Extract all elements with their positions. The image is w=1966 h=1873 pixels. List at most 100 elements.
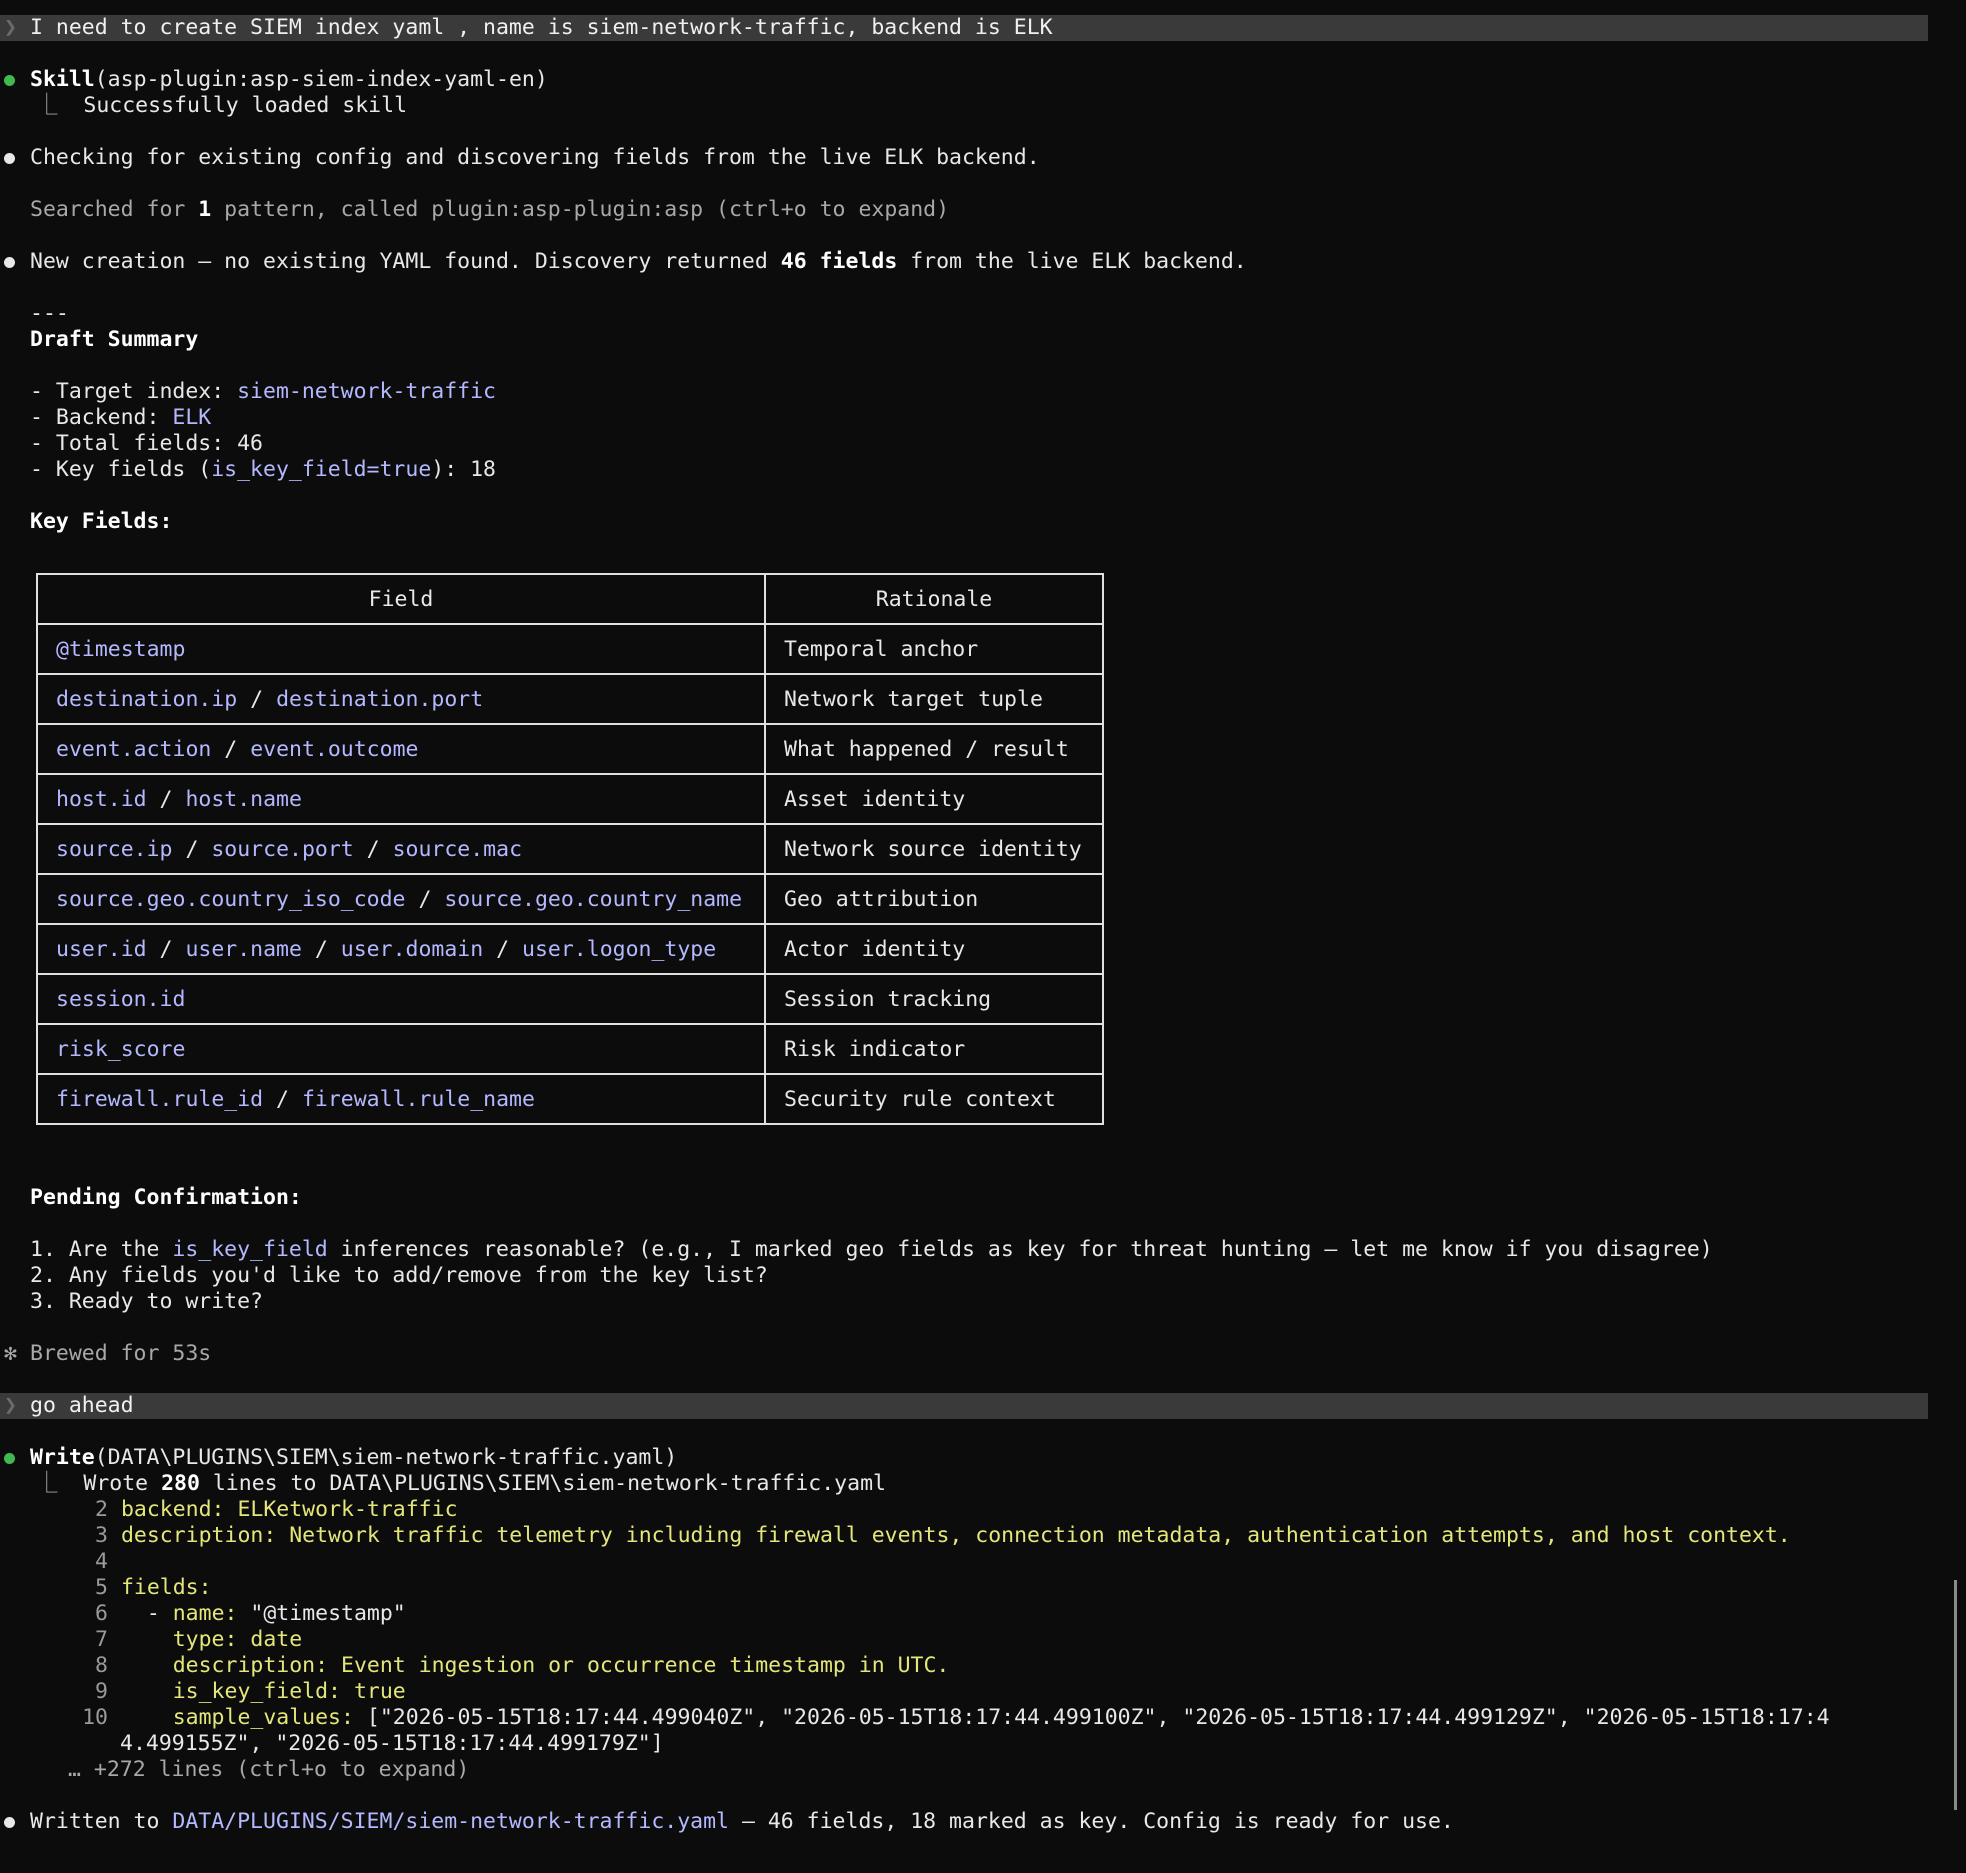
rationale-cell: What happened / result [764,723,1104,775]
write-tool-arg: (DATA\PLUGINS\SIEM\siem-network-traffic.… [94,1445,678,1470]
field-cell: host.id / host.name [36,773,766,825]
table-row: host.id / host.name Asset identity [36,773,1104,825]
field-cell: source.ip / source.port / source.mac [36,823,766,875]
rationale-cell: Network target tuple [764,673,1104,725]
backend-value: ELK [172,405,212,430]
bullet-dot-icon [4,1817,15,1828]
field-name: user.logon_type [522,936,717,962]
backend-label: - Backend: [30,405,173,430]
table-row: risk_score Risk indicator [36,1023,1104,1075]
key-fields-table: Field Rationale @timestamp Temporal ancho… [36,573,1104,1125]
table-row: user.id / user.name / user.domain / user… [36,923,1104,975]
write-result-line: ⎿ Wrote 280 lines to DATA\PLUGINS\SIEM\s… [36,1471,886,1497]
code-line-5: 5 fields: [0,1575,212,1601]
user-prompt-1: ❯ I need to create SIEM index yaml , nam… [0,15,1928,41]
scrollbar-thumb[interactable] [1954,1580,1957,1810]
field-name: user.name [185,936,302,962]
pending-q1: 1. Are the is_key_field inferences reaso… [30,1237,1713,1263]
target-index-line: - Target index: siem-network-traffic [30,379,496,405]
field-name: source.geo.country_iso_code [56,886,406,912]
yaml-value: date [237,1627,303,1652]
yaml-value: Network traffic telemetry including fire… [276,1523,1791,1548]
final-pre: Written to [30,1809,173,1834]
checking-message: Checking for existing config and discove… [30,145,1040,170]
table-row: source.ip / source.port / source.mac Netw… [36,823,1104,875]
key-post: ): 18 [431,457,497,482]
table-row: source.geo.country_iso_code / source.geo… [36,873,1104,925]
line-number: 9 [95,1679,108,1704]
field-name: destination.ip [56,686,238,712]
target-label: - Target index: [30,379,238,404]
code-line-3: 3 description: Network traffic telemetry… [0,1523,1791,1549]
tree-branch-icon: ⎿ [36,1471,58,1496]
rationale-cell: Network source identity [764,823,1104,875]
separator: --- [30,301,69,326]
table-header-row: Field Rationale [36,573,1104,625]
field-name: source.mac [392,836,523,862]
code-line-10: 10 sample_values: ["2026-05-15T18:17:44.… [0,1705,1830,1731]
bullet-dot-icon [4,257,15,268]
pending-q2: 2. Any fields you'd like to add/remove f… [30,1263,768,1288]
rationale-cell: Geo attribution [764,873,1104,925]
field-cell: event.action / event.outcome [36,723,766,775]
draft-summary-title: Draft Summary [30,327,199,352]
q1-code: is_key_field [172,1237,328,1262]
yaml-key: sample_values: [120,1705,354,1730]
yaml-value: "@timestamp" [237,1601,406,1626]
header-field: Field [36,573,766,625]
searched-post: pattern, called plugin:asp-plugin:asp (c… [211,197,950,222]
rationale-cell: Asset identity [764,773,1104,825]
field-name: source.geo.country_name [444,886,743,912]
write-tool-name: Write [30,1445,95,1470]
skill-result-line: ⎿ Successfully loaded skill [36,93,407,119]
line-number: 3 [95,1523,108,1548]
final-message: Written to DATA/PLUGINS/SIEM/siem-networ… [30,1809,1454,1835]
field-name: host.name [185,786,302,812]
table-row: @timestamp Temporal anchor [36,623,1104,675]
key-code: is_key_field=true [211,457,432,482]
field-name: user.domain [340,936,484,962]
write-result-post: lines to DATA\PLUGINS\SIEM\siem-network-… [199,1471,886,1496]
field-separator: / [237,686,277,712]
tree-branch-icon: ⎿ [36,93,58,118]
prompt-chevron-icon: ❯ [4,1393,17,1418]
line-number: 7 [95,1627,108,1652]
final-path[interactable]: DATA/PLUGINS/SIEM/siem-network-traffic.y… [172,1809,729,1834]
code-line-8: 8 description: Event ingestion or occurr… [0,1653,949,1679]
rationale-cell: Session tracking [764,973,1104,1025]
table-row: firewall.rule_id / firewall.rule_name Sec… [36,1073,1104,1125]
rationale-cell: Risk indicator [764,1023,1104,1075]
yaml-key: name: [172,1601,238,1626]
field-cell: destination.ip / destination.port [36,673,766,725]
q1-pre: 1. Are the [30,1237,173,1262]
field-separator: / [263,1086,302,1112]
field-name: host.id [56,786,147,812]
field-separator: / [146,936,186,962]
yaml-value: ["2026-05-15T18:17:44.499040Z", "2026-05… [353,1705,1830,1730]
yaml-key: type: [120,1627,238,1652]
skill-tool-arg: (asp-plugin:asp-siem-index-yaml-en) [94,67,548,92]
status-dot-green-icon [4,1453,15,1464]
key-fields-count-line: - Key fields (is_key_field=true): 18 [30,457,496,483]
code-line-7: 7 type: date [0,1627,302,1653]
searched-line[interactable]: Searched for 1 pattern, called plugin:as… [30,197,949,223]
field-separator: / [405,886,445,912]
creation-post: from the live ELK backend. [897,249,1247,274]
expand-more-lines[interactable]: … +272 lines (ctrl+o to expand) [68,1757,469,1783]
header-rationale: Rationale [764,573,1104,625]
line-number: 5 [95,1575,108,1600]
field-separator: / [301,936,341,962]
field-cell: @timestamp [36,623,766,675]
code-line-6: 6 - name: "@timestamp" [0,1601,406,1627]
field-name: destination.port [276,686,484,712]
field-name: firewall.rule_name [301,1086,535,1112]
field-name: source.port [211,836,354,862]
yaml-dash: - [120,1601,173,1626]
status-dot-green-icon [4,75,15,86]
line-number: 6 [95,1601,108,1626]
yaml-key: fields: [120,1575,212,1600]
rationale-cell: Temporal anchor [764,623,1104,675]
skill-result-text: Successfully loaded skill [83,93,408,118]
final-post: — 46 fields, 18 marked as key. Config is… [729,1809,1454,1834]
field-cell: source.geo.country_iso_code / source.geo… [36,873,766,925]
